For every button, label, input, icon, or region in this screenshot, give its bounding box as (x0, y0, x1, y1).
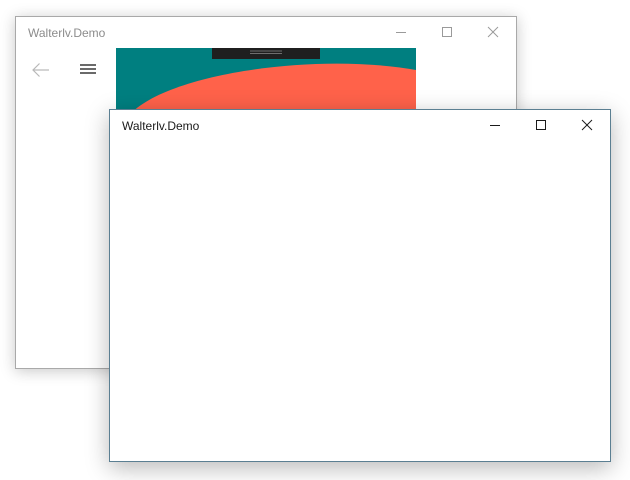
back-window-title: Walterlv.Demo (28, 26, 106, 40)
back-navigation-button[interactable] (22, 56, 58, 84)
front-window-content (110, 141, 610, 461)
front-window-close-button[interactable] (564, 110, 610, 141)
front-window[interactable]: Walterlv.Demo (109, 109, 611, 462)
maximize-icon (442, 27, 452, 37)
grip-icon (250, 50, 282, 54)
arrow-left-icon (32, 63, 49, 77)
drag-handle[interactable] (212, 48, 320, 59)
close-icon (487, 26, 499, 38)
front-window-maximize-button[interactable] (518, 110, 564, 141)
hamburger-icon (80, 64, 96, 74)
back-window-minimize-button[interactable] (378, 17, 424, 48)
close-icon (581, 119, 593, 131)
maximize-icon (536, 120, 546, 130)
front-window-minimize-button[interactable] (472, 110, 518, 141)
back-window-close-button[interactable] (470, 17, 516, 48)
front-window-titlebar[interactable]: Walterlv.Demo (110, 110, 610, 141)
back-window-maximize-button[interactable] (424, 17, 470, 48)
desktop: Walterlv.Demo Walterlv.Demo (0, 0, 630, 480)
back-window-titlebar[interactable]: Walterlv.Demo (16, 17, 516, 48)
minimize-icon (396, 32, 406, 33)
minimize-icon (490, 125, 500, 126)
menu-button[interactable] (72, 56, 104, 84)
front-window-title: Walterlv.Demo (122, 119, 200, 133)
